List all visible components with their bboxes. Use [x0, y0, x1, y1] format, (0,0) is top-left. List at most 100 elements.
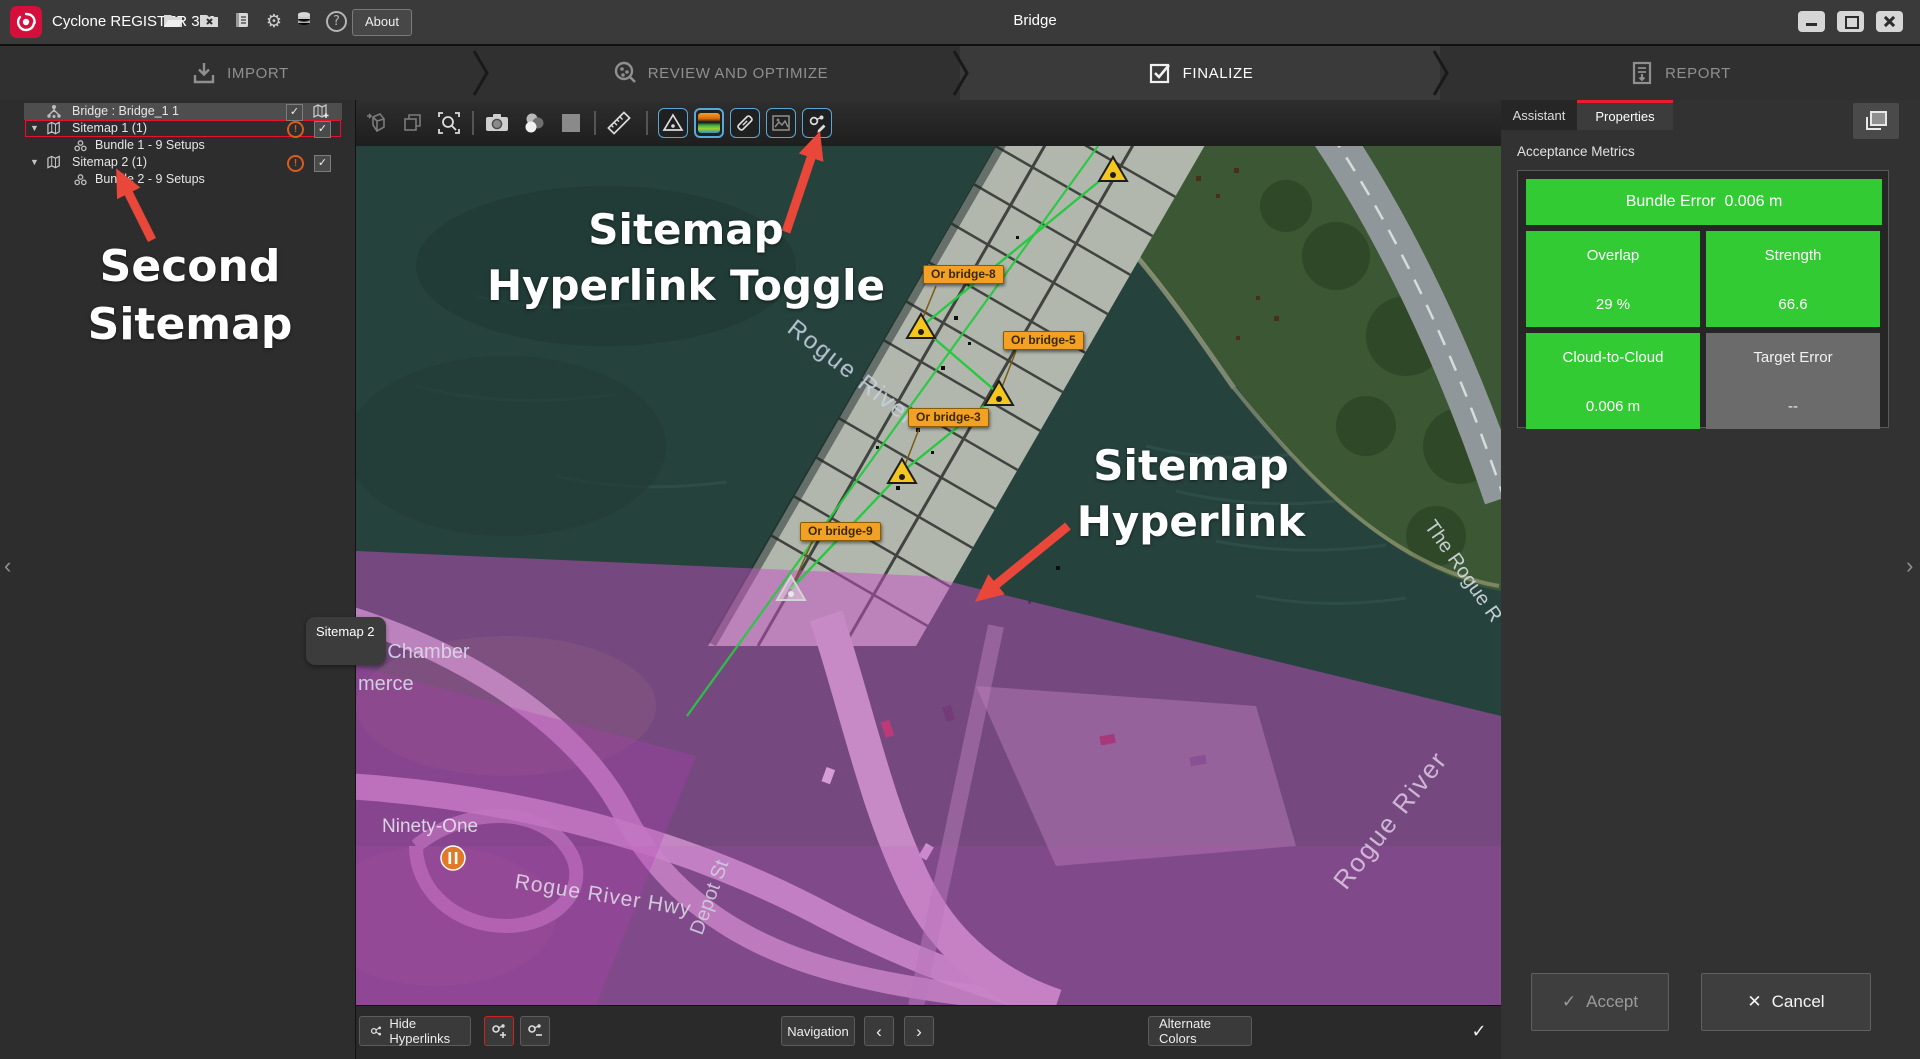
properties-panel: Assistant Properties Acceptance Metrics …: [1501, 100, 1920, 1059]
acceptance-metrics-title: Acceptance Metrics: [1517, 144, 1635, 159]
measure-ruler-icon[interactable]: [604, 108, 634, 138]
toggle-targets-icon[interactable]: [658, 108, 688, 138]
project-icon: [46, 104, 62, 119]
collapse-right-panel-icon[interactable]: ›: [1906, 555, 1913, 577]
tree-row-sitemap-1[interactable]: ▼ Sitemap 1 (1) ! ✓: [0, 120, 355, 137]
overlap-tile: Overlap 29 %: [1526, 231, 1700, 327]
view-3d-icon[interactable]: [362, 108, 392, 138]
application-window: Cyclone REGISTER 360 ⚙ ? About Bridge IM…: [0, 0, 1920, 1059]
hyperlink-tag[interactable]: Or bridge-9: [800, 522, 881, 541]
confirm-check-button[interactable]: ✓: [1464, 1016, 1494, 1046]
maximize-button[interactable]: [1837, 11, 1864, 32]
map-label-ninety-one: Ninety-One: [382, 816, 478, 837]
review-icon: [612, 60, 638, 86]
tooltip-text: Sitemap 2: [316, 624, 375, 639]
sitemap-view[interactable]: Rogue River The Rogue R er Chamber merce…: [356, 146, 1501, 1005]
tab-assistant[interactable]: Assistant: [1501, 100, 1577, 130]
check-icon: ✓: [1562, 992, 1576, 1012]
finalize-icon: [1147, 60, 1173, 86]
import-icon: [191, 60, 217, 86]
tree-row-label: Sitemap 1 (1): [72, 120, 147, 137]
overlap-views-icon[interactable]: [398, 108, 428, 138]
map-label-merce: merce: [358, 673, 414, 695]
help-icon[interactable]: ?: [326, 11, 347, 32]
blend-colors-icon[interactable]: [519, 108, 549, 138]
zoom-region-icon[interactable]: [434, 108, 464, 138]
tree-row-label: Sitemap 2 (1): [72, 154, 147, 171]
step-report[interactable]: REPORT: [1440, 46, 1920, 100]
panel-layout-button[interactable]: [1853, 103, 1899, 139]
accept-button[interactable]: ✓ Accept: [1531, 973, 1669, 1031]
collapse-caret-icon[interactable]: ▼: [30, 154, 39, 171]
collapse-caret-icon[interactable]: ▼: [30, 120, 39, 137]
sitemap-check-icon[interactable]: ✓: [314, 121, 331, 138]
fill-square-icon[interactable]: [556, 108, 586, 138]
close-icon: ✕: [1747, 992, 1761, 1012]
snapshot-camera-icon[interactable]: [482, 108, 512, 138]
tree-row-project[interactable]: Bridge : Bridge_1 1 ✓: [0, 103, 355, 120]
step-finalize[interactable]: FINALIZE: [960, 46, 1440, 100]
cancel-button[interactable]: ✕ Cancel: [1701, 973, 1871, 1031]
title-bar: Cyclone REGISTER 360 ⚙ ? About Bridge: [0, 0, 1920, 46]
cyclone-logo-icon: [10, 6, 42, 38]
sitemap-check-icon[interactable]: ✓: [314, 155, 331, 172]
hyperlink-tag[interactable]: Or bridge-8: [923, 265, 1004, 284]
navigation-button[interactable]: Navigation: [781, 1016, 855, 1046]
toggle-heatmap-icon[interactable]: [694, 108, 724, 138]
bundle-icon: [73, 138, 89, 153]
tree-row-bundle-2[interactable]: Bundle 2 - 9 Setups: [0, 171, 355, 188]
hide-hyperlinks-label: Hide Hyperlinks: [389, 1016, 460, 1046]
sitemap-icon: [47, 155, 63, 170]
map-toolbar: [356, 100, 1501, 147]
hyperlink-tag[interactable]: Or bridge-5: [1003, 331, 1084, 350]
toolbar-divider: [646, 111, 648, 135]
alternate-colors-button[interactable]: Alternate Colors: [1148, 1016, 1252, 1046]
check-icon: ✓: [1471, 1021, 1486, 1042]
collapse-left-panel-icon[interactable]: ‹: [4, 555, 11, 577]
next-button[interactable]: ›: [904, 1016, 934, 1046]
remove-hyperlink-button[interactable]: [520, 1016, 550, 1046]
hide-hyperlinks-button[interactable]: Hide Hyperlinks: [359, 1016, 471, 1046]
bundle-error-tile: Bundle Error 0.006 m: [1526, 179, 1882, 225]
acceptance-metrics-box: Bundle Error 0.006 m Overlap 29 % Streng…: [1517, 170, 1889, 428]
open-project-icon[interactable]: [163, 11, 185, 33]
minimize-button[interactable]: [1798, 11, 1825, 32]
about-button[interactable]: About: [352, 9, 412, 36]
project-check-icon[interactable]: ✓: [286, 104, 303, 121]
restaurant-poi-icon: [441, 846, 465, 870]
storage-database-icon[interactable]: [295, 11, 317, 33]
metric-label: Bundle Error: [1626, 193, 1716, 210]
toggle-images-icon[interactable]: [766, 108, 796, 138]
target-error-tile: Target Error --: [1706, 333, 1880, 429]
warning-icon: !: [287, 121, 304, 138]
cloud-to-cloud-tile: Cloud-to-Cloud 0.006 m: [1526, 333, 1700, 429]
add-sitemap-icon[interactable]: [313, 104, 329, 119]
tab-properties[interactable]: Properties: [1577, 100, 1673, 130]
settings-gear-icon[interactable]: ⚙: [263, 11, 285, 33]
canvas-bottom-bar: Hide Hyperlinks Navigation ‹ › Alternate…: [356, 1005, 1501, 1059]
step-label: REPORT: [1665, 65, 1731, 82]
metric-value: 66.6: [1710, 296, 1876, 313]
step-review-optimize[interactable]: REVIEW AND OPTIMIZE: [480, 46, 960, 100]
close-button[interactable]: [1876, 11, 1903, 32]
cancel-label: Cancel: [1772, 992, 1825, 1012]
second-sitemap-annotation: Second Sitemap: [30, 238, 350, 354]
tree-row-sitemap-2[interactable]: ▼ Sitemap 2 (1) ! ✓: [0, 154, 355, 171]
toggle-links-icon[interactable]: [730, 108, 760, 138]
navigation-label: Navigation: [787, 1024, 848, 1039]
reports-journal-icon[interactable]: [233, 11, 255, 33]
hyperlink-tag[interactable]: Or bridge-3: [908, 408, 989, 427]
step-label: FINALIZE: [1183, 65, 1254, 82]
metric-value: 0.006 m: [1724, 193, 1782, 210]
add-hyperlink-button[interactable]: [484, 1016, 514, 1046]
close-project-icon[interactable]: [199, 11, 221, 33]
metric-value: --: [1710, 398, 1876, 415]
report-icon: [1629, 60, 1655, 86]
tab-label: Properties: [1595, 109, 1654, 124]
previous-button[interactable]: ‹: [864, 1016, 894, 1046]
toggle-sitemap-hyperlinks-icon[interactable]: [802, 108, 832, 138]
panels-icon: [1863, 109, 1889, 133]
tree-row-bundle-1[interactable]: Bundle 1 - 9 Setups: [0, 137, 355, 154]
step-import[interactable]: IMPORT: [0, 46, 480, 100]
ribbon-divider: [472, 50, 490, 96]
